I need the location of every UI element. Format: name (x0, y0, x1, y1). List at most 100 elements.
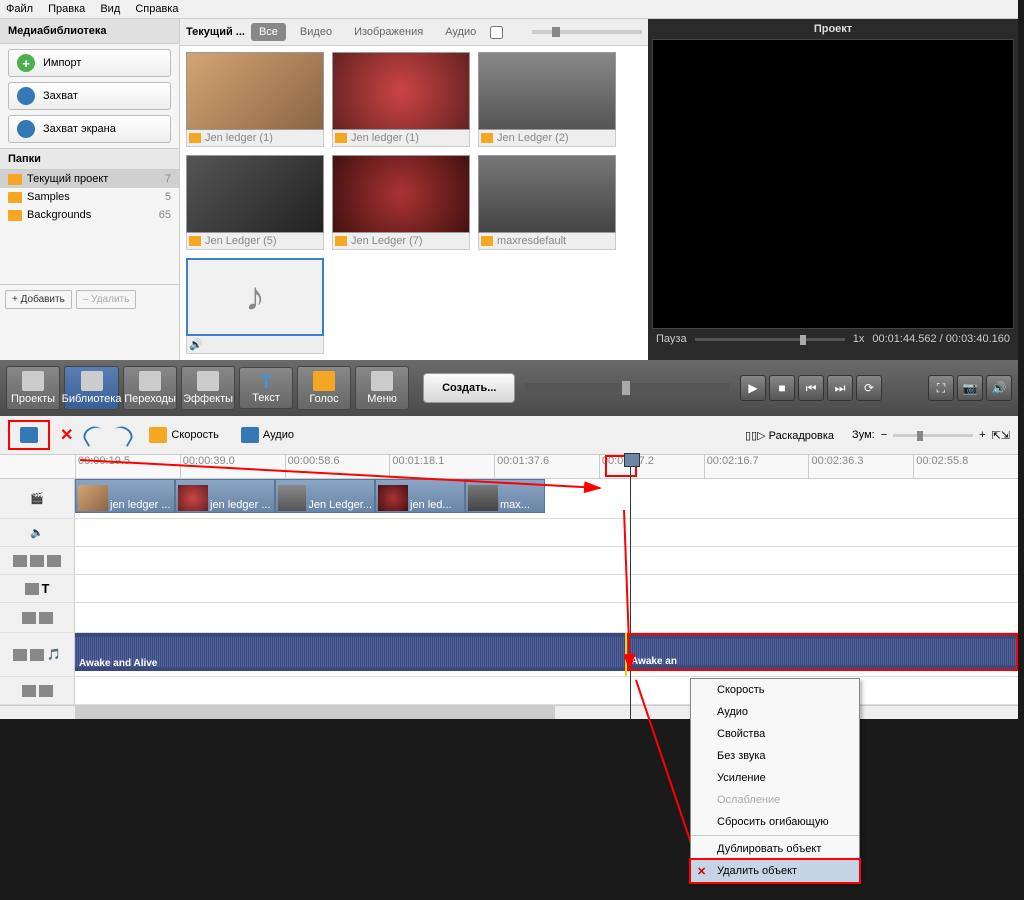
volume-button[interactable]: 🔊 (986, 375, 1012, 401)
timeline-clip[interactable]: Jen Ledger... (275, 479, 375, 513)
folder-icon (8, 210, 22, 221)
menu-help[interactable]: Справка (135, 3, 178, 15)
thumb-toggle[interactable] (490, 26, 503, 39)
image-icon (335, 133, 347, 143)
zoom-out-button[interactable]: − (881, 429, 887, 441)
lock-icon (30, 649, 44, 661)
folder-samples[interactable]: Samples5 (0, 188, 179, 206)
next-button[interactable]: ⏭ (827, 375, 853, 401)
folder-backgrounds[interactable]: Backgrounds65 (0, 206, 179, 224)
timeline-ruler[interactable]: 00:00:19.500:00:39.000:00:58.600:01:18.1… (0, 455, 1018, 479)
voice-button[interactable]: Голос (297, 366, 351, 410)
tab-audio[interactable]: Аудио (437, 23, 484, 41)
storyboard-toggle[interactable]: ▯▯▷ Раскадровка (745, 429, 834, 442)
text-track-head[interactable]: T (0, 575, 75, 602)
menu-file[interactable]: Файл (6, 3, 33, 15)
split-icon (20, 427, 38, 443)
ctx-delete[interactable]: Удалить объект (689, 858, 861, 884)
menu-edit[interactable]: Правка (48, 3, 85, 15)
preview-screen[interactable] (652, 39, 1014, 329)
audio-clip[interactable]: Awake and Alive (75, 633, 625, 671)
video-track[interactable]: jen ledger ... jen ledger ... Jen Ledger… (75, 479, 1018, 518)
timeline-scrollbar[interactable] (0, 705, 1018, 719)
tab-images[interactable]: Изображения (346, 23, 431, 41)
media-thumb[interactable]: Jen Ledger (7) (332, 155, 470, 250)
effects-button[interactable]: Эффекты (181, 366, 235, 410)
audio-track[interactable]: Awake and Alive Awake an (75, 633, 1018, 676)
timeline-clip[interactable]: jen ledger ... (175, 479, 275, 513)
repeat-button[interactable]: ⟳ (856, 375, 882, 401)
ctx-reset-envelope[interactable]: Сбросить огибающую (691, 811, 859, 833)
record-icon (17, 120, 35, 138)
image-icon (189, 133, 201, 143)
timeline-clip[interactable]: jen led... (375, 479, 465, 513)
add-folder-button[interactable]: + Добавить (5, 290, 72, 309)
folder-current-project[interactable]: Текущий проект7 (0, 170, 179, 188)
eye-icon (13, 555, 27, 567)
redo-button[interactable] (111, 423, 136, 447)
timeline-clip[interactable]: jen ledger ... (75, 479, 175, 513)
ctx-properties[interactable]: Свойства (691, 723, 859, 745)
ctx-mute[interactable]: Без звука (691, 745, 859, 767)
import-button[interactable]: +Импорт (8, 49, 171, 77)
thumb-size-slider[interactable] (532, 30, 642, 34)
fullscreen-button[interactable]: ⛶ (928, 375, 954, 401)
media-thumb[interactable]: maxresdefault (478, 155, 616, 250)
sound-icon: 🔈 (30, 526, 44, 539)
menu-button[interactable]: Меню (355, 366, 409, 410)
lock-icon (39, 612, 53, 624)
media-thumb-audio[interactable]: ♪🔊 (186, 258, 324, 354)
ctx-speed[interactable]: Скорость (691, 679, 859, 701)
delete-icon[interactable]: ✕ (60, 425, 73, 445)
delete-folder-button[interactable]: – Удалить (76, 290, 137, 309)
video-track-head[interactable]: 🎬 (0, 479, 75, 518)
media-browser: Текущий ... Все Видео Изображения Аудио … (180, 19, 648, 360)
transitions-button[interactable]: Переходы (123, 366, 177, 410)
tab-all[interactable]: Все (251, 23, 286, 41)
text-track[interactable] (75, 575, 1018, 602)
overlay-track-head[interactable] (0, 547, 75, 574)
capture-button[interactable]: Захват (8, 82, 171, 110)
library-button[interactable]: Библиотека (64, 366, 119, 410)
media-thumb[interactable]: Jen Ledger (2) (478, 52, 616, 147)
snapshot-button[interactable]: 📷 (957, 375, 983, 401)
menu-view[interactable]: Вид (100, 3, 120, 15)
zoom-fit-button[interactable]: ⇱⇲ (992, 429, 1010, 442)
folder-icon (8, 174, 22, 185)
track-head[interactable] (0, 603, 75, 632)
folder-icon (8, 192, 22, 203)
stop-button[interactable]: ■ (769, 375, 795, 401)
prev-button[interactable]: ⏮ (798, 375, 824, 401)
split-button[interactable] (14, 424, 44, 446)
media-thumb[interactable]: Jen ledger (1) (186, 52, 324, 147)
zoom-slider[interactable] (893, 434, 973, 437)
text-button[interactable]: TТекст (239, 367, 293, 409)
overlay-track[interactable] (75, 547, 1018, 574)
undo-button[interactable] (81, 423, 106, 447)
ctx-duplicate[interactable]: Дублировать объект (691, 838, 859, 860)
audio-clip-selected[interactable]: Awake an (625, 633, 1018, 671)
play-button[interactable]: ▶ (740, 375, 766, 401)
speed-button[interactable]: Скорость (143, 424, 225, 446)
ctx-separator (691, 835, 859, 836)
ctx-fade[interactable]: Ослабление (691, 789, 859, 811)
timeline-clip[interactable]: max... (465, 479, 545, 513)
audio-track-head[interactable]: 🎵 (0, 633, 75, 676)
audio-button[interactable]: Аудио (235, 424, 300, 446)
media-thumb[interactable]: Jen ledger (1) (332, 52, 470, 147)
screen-capture-button[interactable]: Захват экрана (8, 115, 171, 143)
track-head[interactable] (0, 677, 75, 704)
speed-slider[interactable] (695, 338, 845, 341)
projects-button[interactable]: Проекты (6, 366, 60, 410)
audio-sub-track-head[interactable]: 🔈 (0, 519, 75, 546)
image-icon (189, 236, 201, 246)
tab-video[interactable]: Видео (292, 23, 340, 41)
scrub-bar[interactable] (525, 383, 730, 393)
media-thumb[interactable]: Jen Ledger (5) (186, 155, 324, 250)
ctx-audio[interactable]: Аудио (691, 701, 859, 723)
zoom-in-button[interactable]: + (979, 429, 985, 441)
library-title: Медиабиблиотека (0, 19, 179, 44)
eye-icon (13, 649, 27, 661)
ctx-gain[interactable]: Усиление (691, 767, 859, 789)
create-button[interactable]: Создать... (423, 373, 515, 403)
